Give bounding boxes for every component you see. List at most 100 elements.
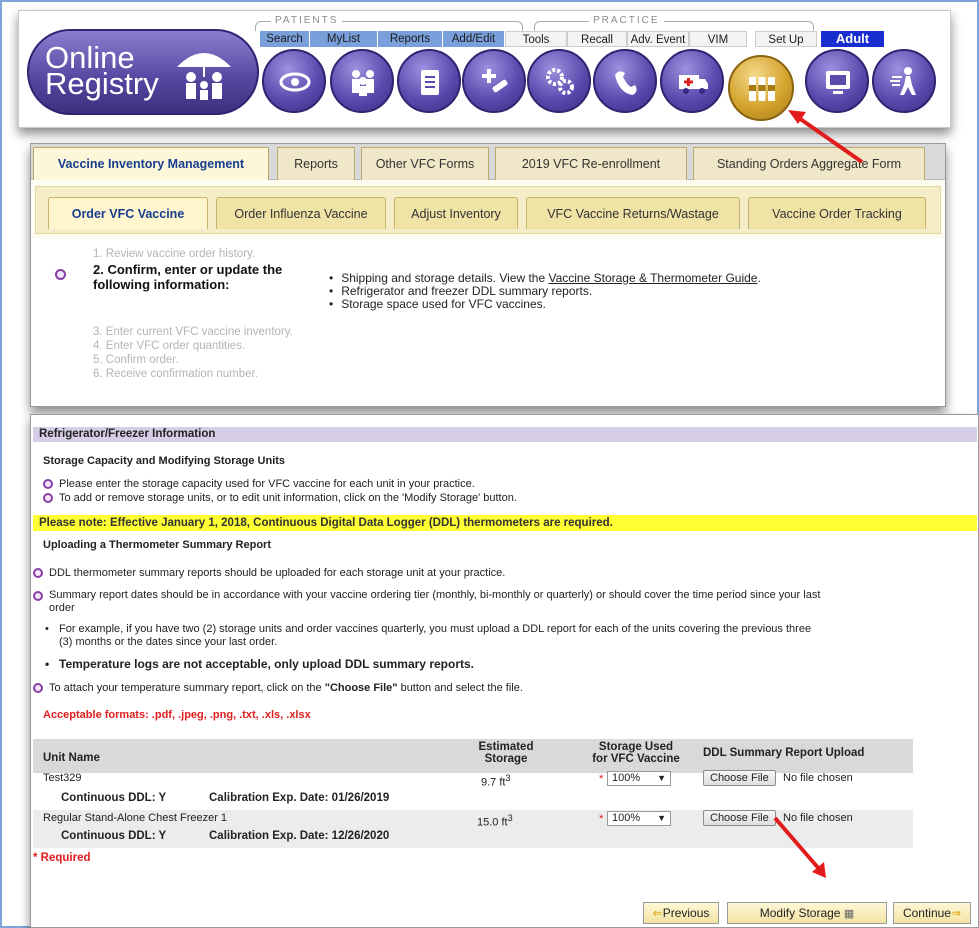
temp-logs-bullet-dot: • — [45, 657, 50, 671]
tab-2019-vfc-re-enrollment[interactable]: 2019 VFC Re-enrollment — [495, 147, 687, 180]
subtab-vfc-vaccine-returns-wastage[interactable]: VFC Vaccine Returns/Wastage — [526, 197, 740, 229]
main-tab-bar: Vaccine Inventory Management Reports Oth… — [31, 144, 945, 180]
refrigerator-freezer-panel: Refrigerator/Freezer Information Storage… — [30, 414, 979, 928]
mylist-nav-button[interactable] — [330, 49, 394, 113]
left-arrow-icon: ⇐ — [652, 906, 663, 920]
vim-nav-button[interactable] — [728, 55, 794, 121]
step-2-line-1: 2. Confirm, enter or update the — [93, 262, 283, 277]
unit-storage-2-value: 15.0 ft — [477, 816, 508, 829]
patients-group-label: PATIENTS — [271, 15, 343, 26]
subtab-order-vfc-vaccine[interactable]: Order VFC Vaccine — [48, 197, 208, 229]
nav-tab-search[interactable]: Search — [260, 31, 310, 47]
bullet-icon — [33, 683, 43, 693]
subtab-adjust-inventory[interactable]: Adjust Inventory — [394, 197, 518, 229]
subtab-order-influenza-vaccine[interactable]: Order Influenza Vaccine — [216, 197, 386, 229]
choose-file-button-2[interactable]: Choose File — [703, 810, 776, 826]
upload-bullet-2-line-1: Summary report dates should be in accord… — [49, 589, 821, 601]
online-registry-logo[interactable]: Online Registry — [27, 29, 259, 115]
monitor-icon — [826, 71, 850, 94]
upload-bullet-1: DDL thermometer summary reports should b… — [49, 567, 506, 579]
tab-reports[interactable]: Reports — [277, 147, 355, 180]
dropdown-arrow-icon: ▼ — [657, 813, 666, 823]
add-edit-nav-button[interactable] — [462, 49, 526, 113]
nav-tab-recall[interactable]: Recall — [567, 31, 627, 47]
people-group-icon — [352, 70, 374, 96]
example-bullet-dot: • — [45, 623, 49, 635]
storage-capacity-title: Storage Capacity and Modifying Storage U… — [43, 455, 286, 467]
storage-unit-icon: ▦ — [843, 908, 855, 920]
nav-tab-vim[interactable]: VIM — [689, 31, 747, 47]
set-up-nav-button[interactable] — [805, 49, 869, 113]
continue-button[interactable]: Continue⇒ — [893, 902, 971, 924]
previous-button[interactable]: ⇐Previous — [643, 902, 719, 924]
file-status-1: No file chosen — [783, 772, 853, 784]
search-nav-button[interactable] — [262, 49, 326, 113]
reports-nav-button[interactable] — [397, 49, 461, 113]
bullet-icon — [33, 568, 43, 578]
storage-bullet-2: To add or remove storage units, or to ed… — [59, 492, 517, 504]
col-used-line-2: for VFC Vaccine — [592, 753, 680, 765]
col-est-line-1: Estimated — [478, 741, 534, 753]
eye-icon — [279, 72, 311, 92]
continue-label: Continue — [902, 906, 951, 920]
choose-file-button-1[interactable]: Choose File — [703, 770, 776, 786]
bullet-icon — [43, 479, 53, 489]
current-step-bullet-icon — [55, 269, 66, 280]
modify-storage-button[interactable]: Modify Storage ▦ — [727, 902, 887, 924]
nav-tab-tools[interactable]: Tools — [505, 31, 567, 47]
acceptable-formats: Acceptable formats: .pdf, .jpeg, .png, .… — [43, 709, 311, 721]
step-6: 6. Receive confirmation number. — [93, 368, 258, 380]
adv-event-nav-button[interactable] — [660, 49, 724, 113]
step-2-line-2: following information: — [93, 277, 230, 292]
tab-vaccine-inventory-management[interactable]: Vaccine Inventory Management — [33, 147, 269, 180]
logo-text-registry: Registry — [45, 66, 159, 101]
recall-nav-button[interactable] — [593, 49, 657, 113]
required-asterisk: * — [599, 813, 604, 825]
clipboard-icon — [421, 70, 439, 95]
nav-tab-row: Search MyList Reports Add/Edit Tools Rec… — [260, 31, 885, 47]
unit-storage-1-value: 9.7 ft — [481, 776, 506, 789]
refrigerator-freezer-header: Refrigerator/Freezer Information — [33, 427, 977, 442]
phone-person-icon — [615, 71, 637, 95]
nav-tab-set-up[interactable]: Set Up — [755, 31, 817, 47]
col-est-line-2: Storage — [484, 753, 528, 765]
tab-other-vfc-forms[interactable]: Other VFC Forms — [361, 147, 489, 180]
storage-used-select-2[interactable]: 100% ▼ — [607, 811, 671, 826]
gears-icon — [546, 68, 574, 95]
vaccine-inventory-panel: Vaccine Inventory Management Reports Oth… — [30, 143, 946, 407]
col-used-line-1: Storage Used — [598, 741, 674, 753]
step-5: 5. Confirm order. — [93, 354, 179, 366]
tab-standing-orders-aggregate-form[interactable]: Standing Orders Aggregate Form — [693, 147, 925, 180]
calibration-date-1: Calibration Exp. Date: 01/26/2019 — [209, 792, 390, 804]
unit-name-2: Regular Stand-Alone Chest Freezer 1 — [43, 812, 228, 824]
nav-tab-adult[interactable]: Adult — [821, 31, 885, 47]
file-status-2: No file chosen — [783, 812, 853, 824]
vaccine-vials-icon — [749, 77, 775, 101]
walking-person-icon — [890, 67, 916, 95]
nav-tab-adv-event[interactable]: Adv. Event — [627, 31, 689, 47]
logo-text: Online Registry — [45, 42, 159, 101]
ddl-requirement-note: Please note: Effective January 1, 2018, … — [33, 515, 977, 531]
example-line-2: (3) months or the dates since your last … — [59, 636, 278, 648]
tools-nav-button[interactable] — [527, 49, 591, 113]
unit-storage-2: 15.0 ft3 — [477, 813, 513, 829]
bullet-icon — [33, 591, 43, 601]
practice-group-outline — [534, 21, 814, 31]
col-unit-name: Unit Name — [43, 752, 100, 764]
adult-nav-button[interactable] — [872, 49, 936, 113]
modify-storage-label: Modify Storage — [759, 906, 841, 920]
nav-tab-reports[interactable]: Reports — [378, 31, 443, 47]
storage-used-select-1[interactable]: 100% ▼ — [607, 771, 671, 786]
col-estimated-storage: Estimated Storage — [471, 741, 541, 765]
step-3: 3. Enter current VFC vaccine inventory. — [93, 326, 293, 338]
dropdown-arrow-icon: ▼ — [657, 773, 666, 783]
step-2-info-list: Shipping and storage details. View the V… — [329, 272, 761, 311]
subtab-vaccine-order-tracking[interactable]: Vaccine Order Tracking — [748, 197, 926, 229]
nav-tab-add-edit[interactable]: Add/Edit — [443, 31, 505, 47]
ambulance-icon — [679, 75, 708, 94]
bullet-icon — [43, 493, 53, 503]
nav-tab-mylist[interactable]: MyList — [310, 31, 378, 47]
info-1-suffix: . — [757, 271, 761, 285]
storage-used-value-2: 100% — [612, 812, 641, 824]
storage-thermometer-guide-link[interactable]: Vaccine Storage & Thermometer Guide — [548, 271, 757, 285]
